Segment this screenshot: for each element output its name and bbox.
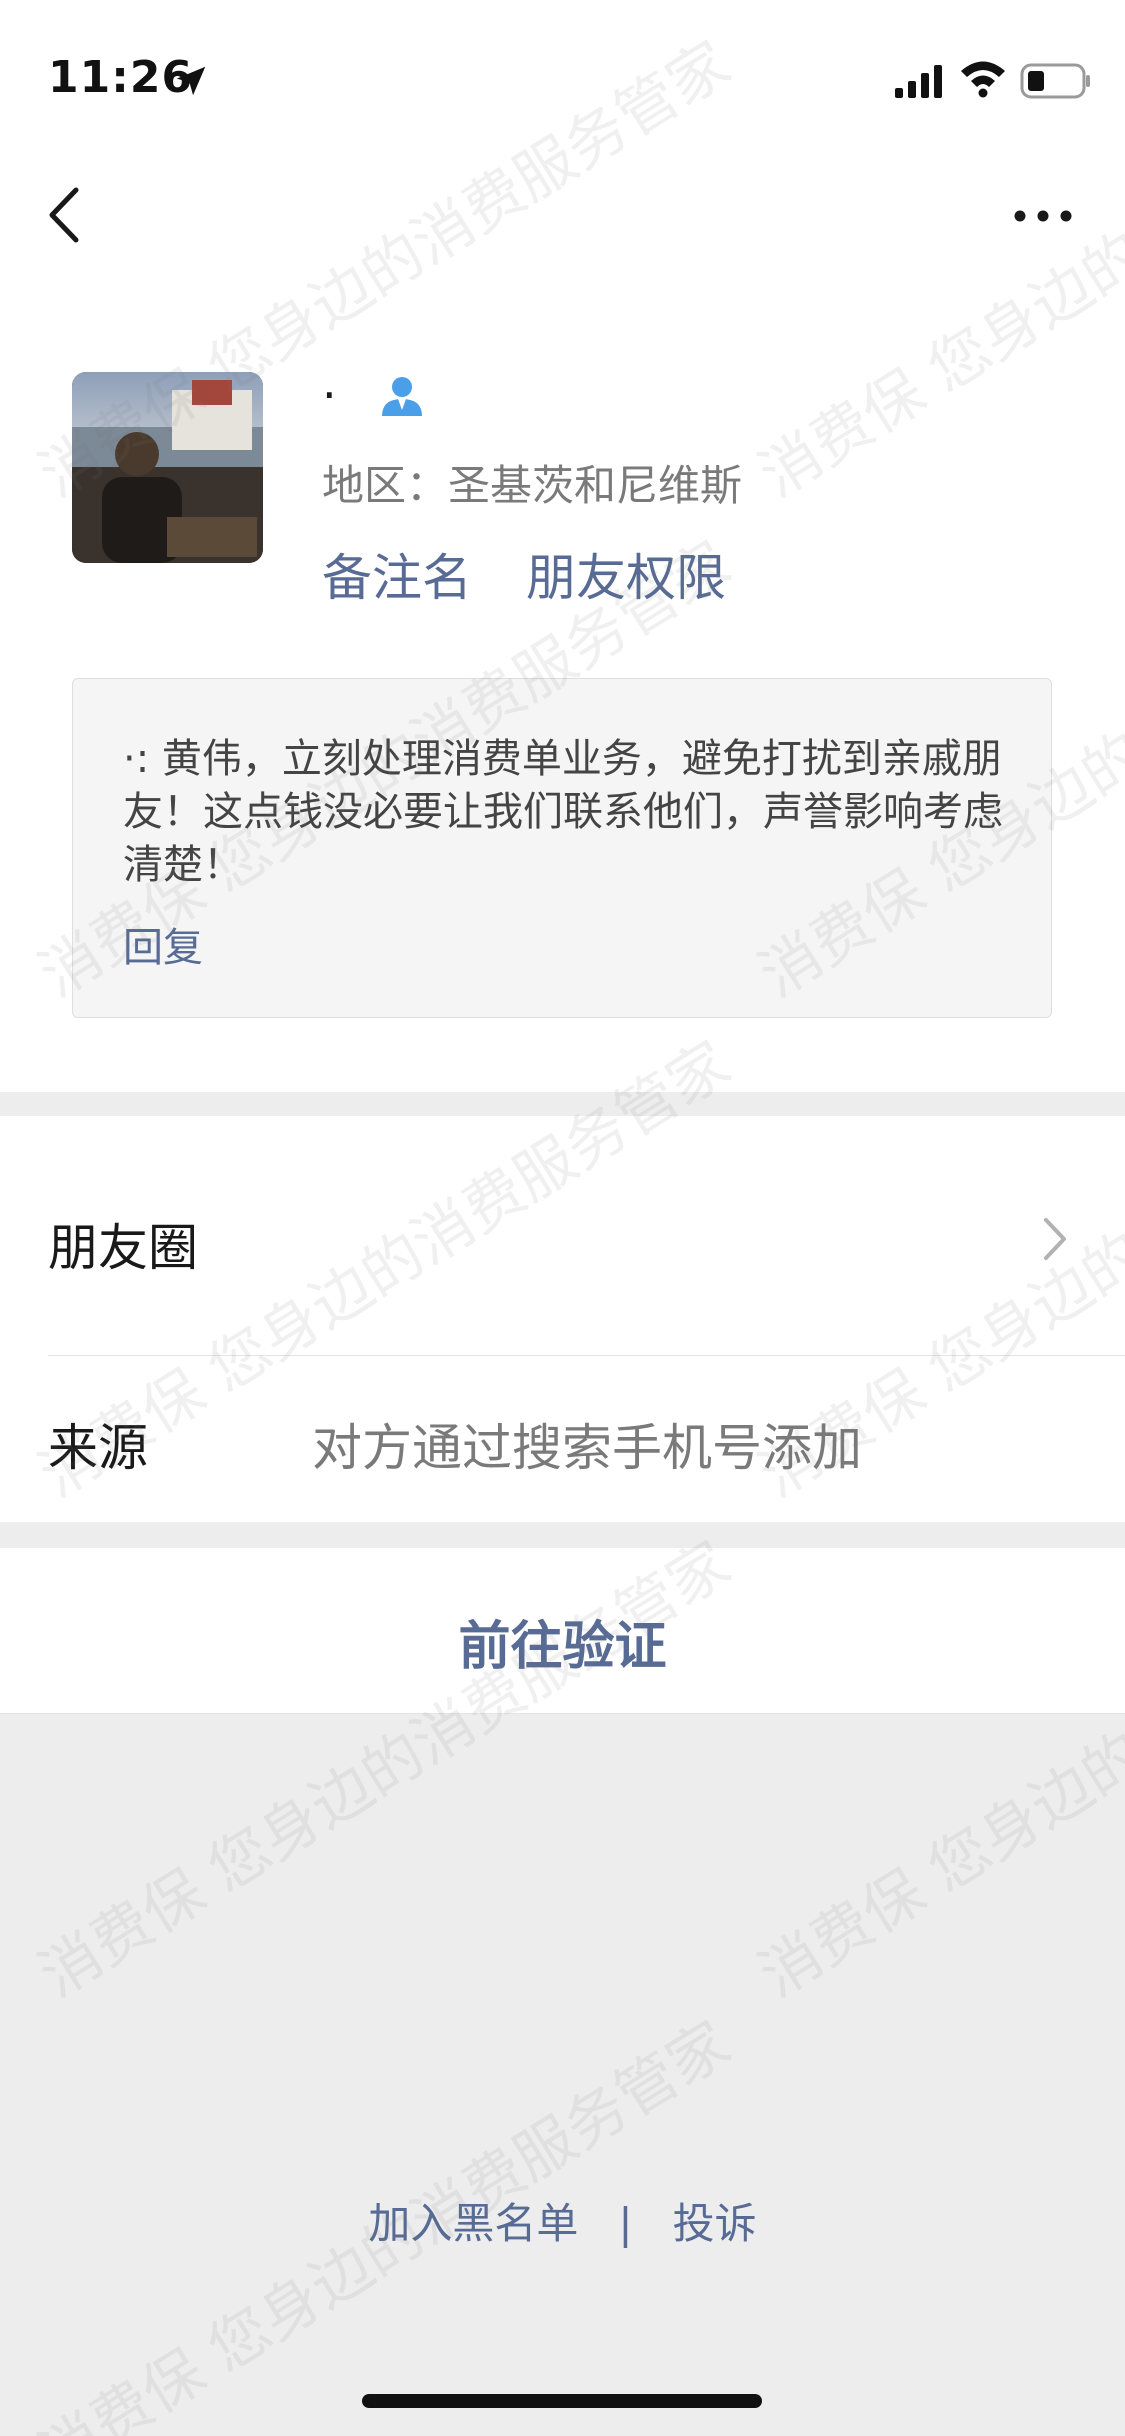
more-icon[interactable] [1010, 196, 1076, 236]
home-indicator [362, 2394, 762, 2408]
moments-label: 朋友圈 [48, 1219, 198, 1277]
verify-button-label: 前往验证 [458, 1617, 667, 1677]
location-arrow-icon [176, 66, 206, 96]
reply-button[interactable]: 回复 [123, 915, 203, 973]
wifi-icon [961, 61, 1005, 98]
avatar[interactable] [72, 372, 263, 563]
battery-icon [1020, 63, 1090, 99]
moments-row[interactable]: 朋友圈 [0, 1116, 1125, 1356]
bottom-area [0, 1714, 1125, 2436]
verify-button[interactable]: 前往验证 [0, 1548, 1125, 1714]
greeting-message: ·: 黄伟，立刻处理消费单业务，避免打扰到亲戚朋友！这点钱没必要让我们联系他们，… [123, 736, 1003, 888]
avatar-image [72, 372, 263, 563]
back-icon[interactable] [36, 180, 96, 250]
signal-icon [895, 65, 942, 98]
remark-name-link[interactable]: 备注名 [322, 538, 472, 610]
source-value: 对方通过搜索手机号添加 [312, 1419, 862, 1477]
section-separator [0, 1522, 1125, 1548]
footer-separator: | [618, 2199, 633, 2248]
source-row: 来源 对方通过搜索手机号添加 [0, 1356, 1125, 1522]
nickname: · [322, 368, 337, 422]
chevron-right-icon [1044, 1218, 1066, 1260]
gender-male-icon [382, 377, 422, 416]
add-to-blacklist-link[interactable]: 加入黑名单 [368, 2199, 578, 2248]
complain-link[interactable]: 投诉 [673, 2199, 757, 2248]
section-separator [0, 1092, 1125, 1116]
friend-permission-link[interactable]: 朋友权限 [526, 538, 726, 610]
footer-links: 加入黑名单 | 投诉 [0, 2190, 1125, 2251]
source-label: 来源 [48, 1419, 148, 1477]
status-bar: 11:26 [0, 0, 1125, 150]
region-text: 地区：圣基茨和尼维斯 [322, 461, 743, 510]
greeting-message-box: ·: 黄伟，立刻处理消费单业务，避免打扰到亲戚朋友！这点钱没必要让我们联系他们，… [72, 678, 1052, 1018]
